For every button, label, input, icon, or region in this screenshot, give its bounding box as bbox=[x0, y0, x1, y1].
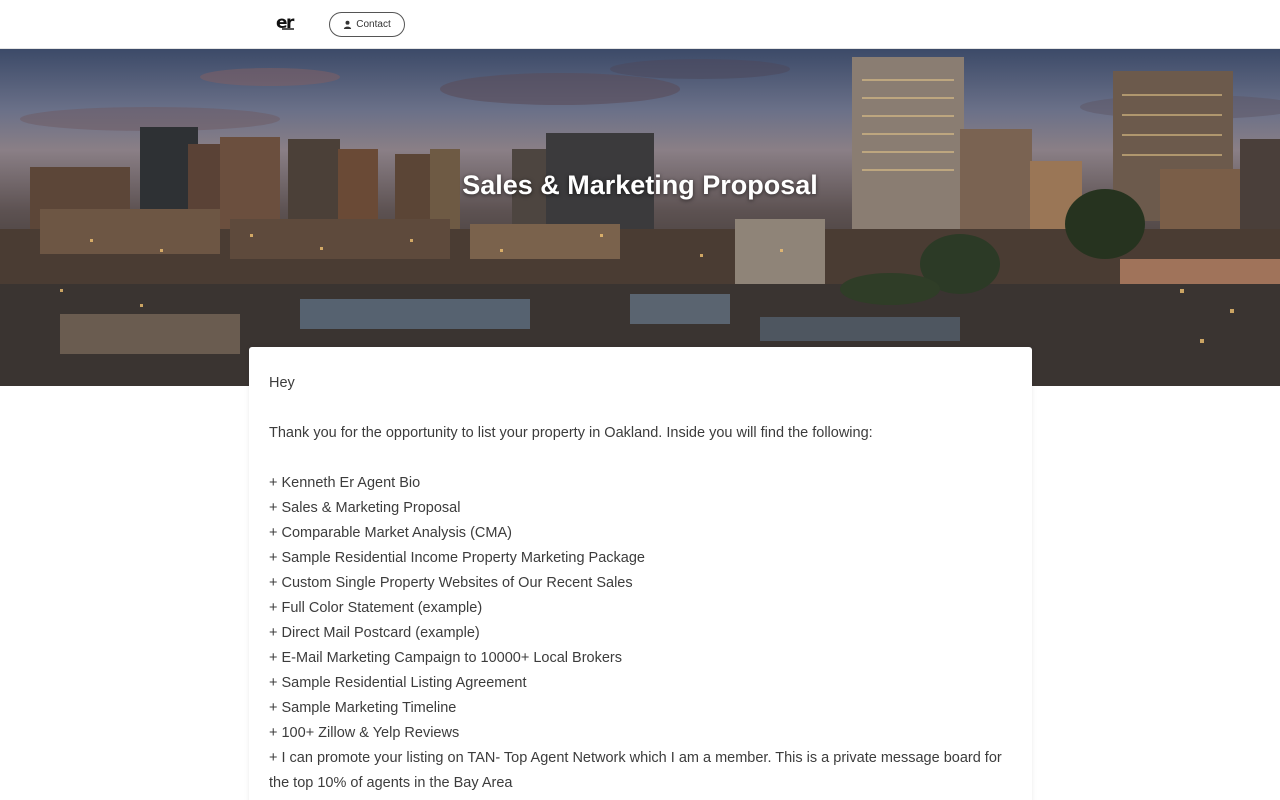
logo-text: er bbox=[276, 13, 294, 33]
list-item: + Comparable Market Analysis (CMA) bbox=[269, 525, 512, 541]
contact-button[interactable]: Contact bbox=[329, 12, 405, 37]
person-icon bbox=[344, 20, 352, 29]
contents-list: + Kenneth Er Agent Bio + Sales & Marketi… bbox=[269, 471, 1012, 796]
page-title: Sales & Marketing Proposal bbox=[462, 170, 818, 200]
list-item: + Direct Mail Postcard (example) bbox=[269, 625, 480, 641]
list-item: + Sample Residential Listing Agreement bbox=[269, 675, 527, 691]
logo-underline bbox=[282, 28, 294, 30]
list-item: + Sales & Marketing Proposal bbox=[269, 500, 461, 516]
list-item: + Custom Single Property Websites of Our… bbox=[269, 575, 633, 591]
list-item: + I can promote your listing on TAN- Top… bbox=[269, 750, 1002, 791]
list-item: + Kenneth Er Agent Bio bbox=[269, 475, 421, 491]
list-item: + Sample Residential Income Property Mar… bbox=[269, 550, 645, 566]
list-item: + 100+ Zillow & Yelp Reviews bbox=[269, 725, 460, 741]
brand-logo[interactable]: er bbox=[276, 13, 300, 33]
city-skyline-image bbox=[0, 57, 1280, 386]
list-item: + Full Color Statement (example) bbox=[269, 600, 483, 616]
intro-text: Thank you for the opportunity to list yo… bbox=[269, 425, 873, 441]
list-item: + Sample Marketing Timeline bbox=[269, 700, 457, 716]
top-bar: er Contact bbox=[0, 0, 1280, 49]
proposal-content-card: Hey Thank you for the opportunity to lis… bbox=[249, 347, 1032, 800]
greeting-text: Hey bbox=[269, 375, 295, 391]
contact-button-label: Contact bbox=[356, 19, 391, 30]
hero-banner: Sales & Marketing Proposal bbox=[0, 49, 1280, 386]
list-item: + E-Mail Marketing Campaign to 10000+ Lo… bbox=[269, 650, 623, 666]
